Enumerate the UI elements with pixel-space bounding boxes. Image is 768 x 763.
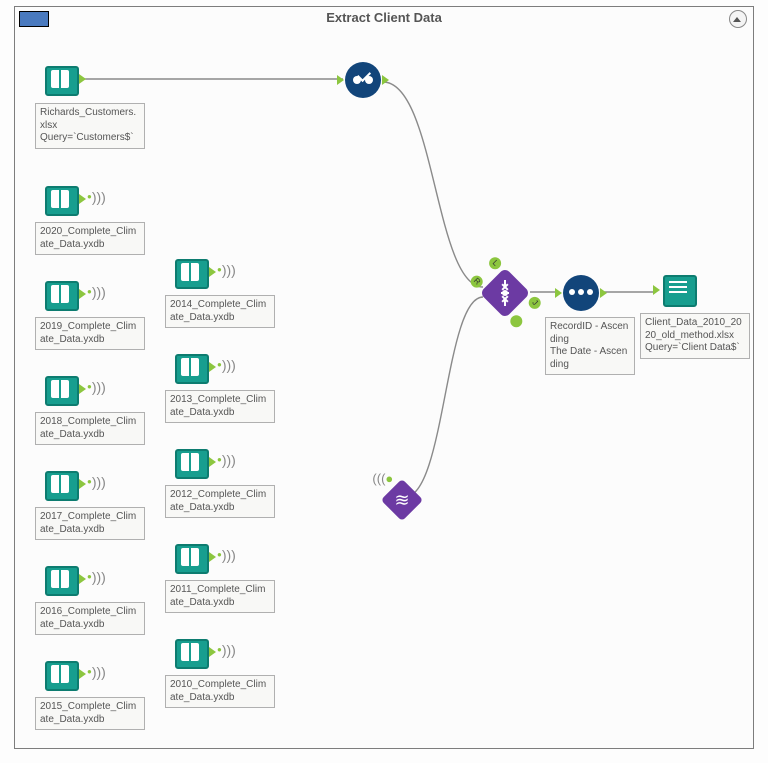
input-data-tool[interactable] (45, 467, 81, 501)
input-data-tool[interactable] (175, 445, 211, 479)
join-anchor-r[interactable]: R (468, 273, 485, 290)
batch-macro-tool[interactable]: ≋(((● (387, 485, 417, 515)
wireless-output-icon: ●))) (217, 452, 236, 468)
input-data-tool[interactable] (45, 657, 81, 691)
input-annotation: 2019_Complete_Climate_Data.yxdb (35, 317, 145, 350)
input-annotation: 2017_Complete_Climate_Data.yxdb (35, 507, 145, 540)
wireless-output-icon: ●))) (87, 569, 106, 585)
input-annotation: 2010_Complete_Climate_Data.yxdb (165, 675, 275, 708)
input-annotation: 2013_Complete_Climate_Data.yxdb (165, 390, 275, 423)
input-annotation-main: Richards_Customers.xlsx Query=`Customers… (35, 103, 145, 149)
sort-tool[interactable] (563, 275, 599, 311)
input-annotation: 2018_Complete_Climate_Data.yxdb (35, 412, 145, 445)
collapse-toggle-icon[interactable] (729, 10, 747, 28)
input-data-tool[interactable] (45, 277, 81, 311)
input-data-tool[interactable] (45, 372, 81, 406)
input-data-tool[interactable] (175, 350, 211, 384)
input-data-tool[interactable] (45, 62, 81, 96)
join-multiple-tool[interactable]: L R J (487, 275, 523, 311)
container-title: Extract Client Data (15, 7, 753, 29)
input-annotation: 2014_Complete_Climate_Data.yxdb (165, 295, 275, 328)
wireless-output-icon: ●))) (87, 284, 106, 300)
output-data-tool[interactable] (659, 273, 695, 307)
wireless-output-icon: ●))) (87, 379, 106, 395)
sort-annotation: RecordID - Ascending The Date - Ascendin… (545, 317, 635, 375)
input-annotation: 2012_Complete_Climate_Data.yxdb (165, 485, 275, 518)
input-annotation: 2020_Complete_Climate_Data.yxdb (35, 222, 145, 255)
join-anchor-l[interactable]: L (487, 255, 504, 272)
input-data-tool[interactable] (45, 182, 81, 216)
data-cleansing-tool[interactable] (345, 62, 381, 98)
input-data-tool[interactable] (175, 255, 211, 289)
wireless-output-icon: ●))) (87, 189, 106, 205)
input-data-tool[interactable] (175, 540, 211, 574)
wireless-output-icon: ●))) (217, 262, 236, 278)
output-annotation: Client_Data_2010_2020_old_method.xlsx Qu… (640, 313, 750, 359)
join-anchor-out[interactable] (508, 313, 525, 330)
input-annotation: 2015_Complete_Climate_Data.yxdb (35, 697, 145, 730)
wireless-output-icon: ●))) (217, 547, 236, 563)
wireless-output-icon: ●))) (87, 664, 106, 680)
wireless-input-icon: (((● (372, 471, 393, 486)
input-data-tool[interactable] (45, 562, 81, 596)
wireless-output-icon: ●))) (87, 474, 106, 490)
join-anchor-j[interactable]: J (526, 294, 543, 311)
input-data-tool[interactable] (175, 635, 211, 669)
wireless-output-icon: ●))) (217, 642, 236, 658)
tool-container[interactable]: Extract Client Data Richards_Customers.x… (14, 6, 754, 749)
wireless-output-icon: ●))) (217, 357, 236, 373)
input-annotation: 2011_Complete_Climate_Data.yxdb (165, 580, 275, 613)
input-annotation: 2016_Complete_Climate_Data.yxdb (35, 602, 145, 635)
